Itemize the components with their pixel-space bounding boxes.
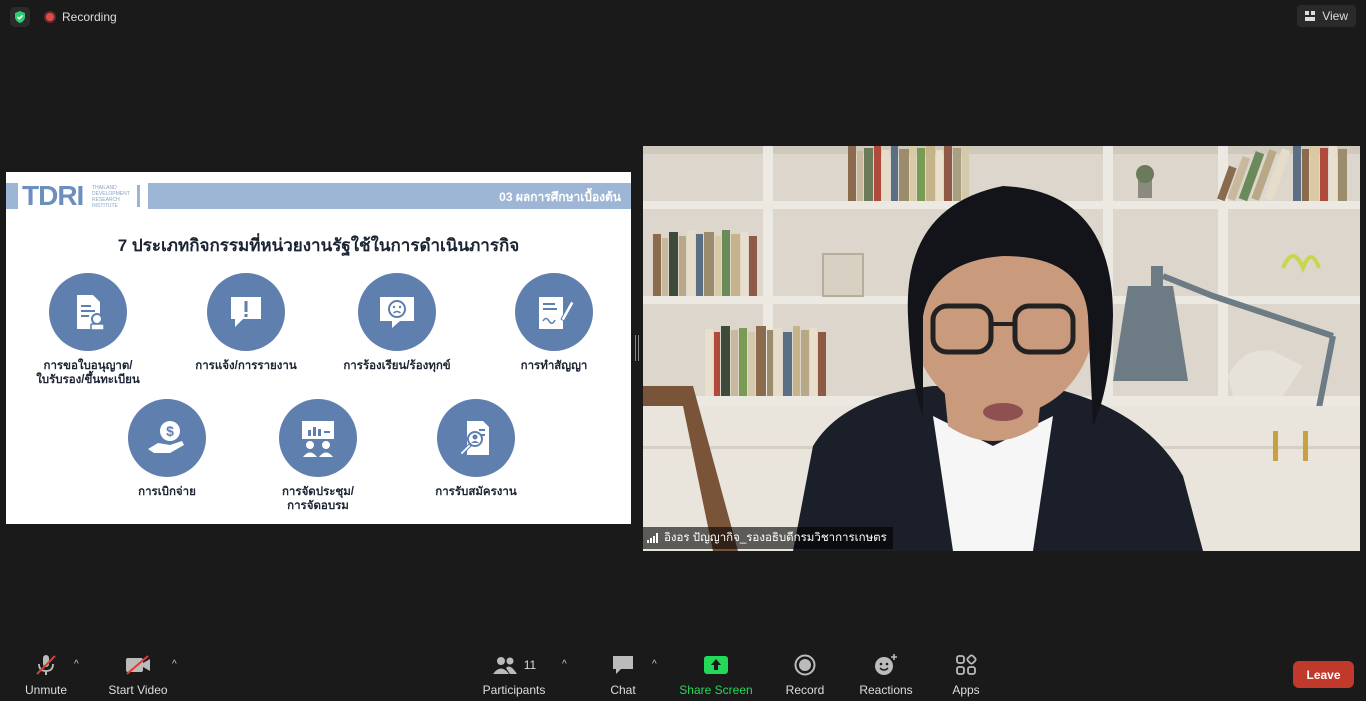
participants-icon [492,657,517,674]
activity-item: การทำสัญญา [479,273,629,373]
license-document-icon [49,273,127,351]
activity-item: $ การเบิกจ่าย [92,399,242,499]
share-screen-label: Share Screen [679,683,753,697]
meeting-icon [279,399,357,477]
video-camera-off-icon [126,655,150,675]
start-video-label: Start Video [108,683,168,697]
view-label: View [1322,9,1348,23]
security-shield-icon[interactable] [10,7,30,27]
activity-label: การเบิกจ่าย [138,486,196,498]
meeting-toolbar: Unmute ^ Start Video ^ 11 Participants ^… [0,645,1366,701]
recruitment-icon [437,399,515,477]
activity-label: การทำสัญญา [520,360,588,372]
recording-label: Recording [62,10,117,24]
recording-dot-icon [44,11,56,23]
activity-label: การรับสมัครงาน [435,486,517,498]
apps-label: Apps [952,683,980,697]
participant-video-feed [643,146,1360,551]
participant-name: อิงอร ปัญญากิจ_รองอธิบดีกรมวิชาการเกษตร [664,532,887,544]
activity-item: การแจ้ง/การรายงาน [171,273,321,373]
tdri-logo: TDRI [22,180,84,211]
chat-button[interactable]: Chat [604,653,642,697]
chat-options-chevron-icon[interactable]: ^ [652,659,657,670]
reactions-label: Reactions [859,683,913,697]
activity-item: การรับสมัครงาน [401,399,551,499]
activity-label: การร้องเรียน/ร้องทุกข์ [343,360,451,372]
apps-icon [956,654,977,675]
participants-options-chevron-icon[interactable]: ^ [562,659,567,670]
split-view-resize-handle[interactable] [635,335,639,361]
tdri-logo-subtitle: THAILAND DEVELOPMENT RESEARCH INSTITUTE [92,185,130,209]
header-separator [137,185,140,207]
participants-label: Participants [482,683,546,697]
recording-indicator[interactable]: Recording [44,10,117,24]
participant-video-tile[interactable]: อิงอร ปัญญากิจ_รองอธิบดีกรมวิชาการเกษตร [643,146,1360,551]
microphone-muted-icon [36,655,56,675]
section-title: 03 ผลการศึกษาเบื้องต้น [499,190,621,204]
header-accent-bar [6,183,18,209]
unmute-label: Unmute [24,683,68,697]
apps-button[interactable]: Apps [946,653,986,697]
participant-name-tag: อิงอร ปัญญากิจ_รองอธิบดีกรมวิชาการเกษตร [643,527,893,549]
contract-icon [515,273,593,351]
record-button[interactable]: Record [782,653,828,697]
view-button[interactable]: View [1297,5,1356,27]
complaint-icon [358,273,436,351]
leave-button[interactable]: Leave [1293,661,1354,688]
activity-item: การร้องเรียน/ร้องทุกข์ [322,273,472,373]
grid-icon [1305,10,1316,21]
slide-title: 7 ประเภทกิจกรรมที่หน่วยงานรัฐใช้ในการดำเ… [117,236,520,255]
notification-icon [207,273,285,351]
shared-screen-slide: TDRI THAILAND DEVELOPMENT RESEARCH INSTI… [6,172,631,524]
video-options-chevron-icon[interactable]: ^ [172,659,177,670]
participants-button[interactable]: 11 Participants [478,653,550,697]
payment-icon: $ [128,399,206,477]
slide-header: TDRI THAILAND DEVELOPMENT RESEARCH INSTI… [6,180,631,211]
activity-label: การจัดประชุม/ [281,486,355,498]
record-label: Record [785,683,825,697]
svg-text:$: $ [166,423,174,439]
start-video-button[interactable]: Start Video [104,653,172,697]
reactions-smiley-icon [875,654,897,675]
reactions-button[interactable]: Reactions [856,653,916,697]
chat-label: Chat [610,683,636,697]
activity-item: การขอใบอนุญาต/ใบรับรอง/ขึ้นทะเบียน [13,273,163,387]
participants-count: 11 [523,658,537,672]
share-screen-button[interactable]: Share Screen [676,653,756,697]
top-left-status: Recording [10,6,117,28]
unmute-button[interactable]: Unmute [20,653,72,697]
chat-icon [613,656,633,674]
activity-label: การแจ้ง/การรายงาน [195,360,297,372]
share-screen-icon [704,656,728,674]
activity-label-2: การจัดอบรม [287,500,349,512]
activity-label: การขอใบอนุญาต/ [43,360,133,372]
signal-strength-icon [647,533,658,543]
activity-label-2: ใบรับรอง/ขึ้นทะเบียน [36,374,140,386]
audio-options-chevron-icon[interactable]: ^ [74,659,79,670]
record-icon [794,654,816,676]
activity-item: การจัดประชุม/การจัดอบรม [243,399,393,513]
